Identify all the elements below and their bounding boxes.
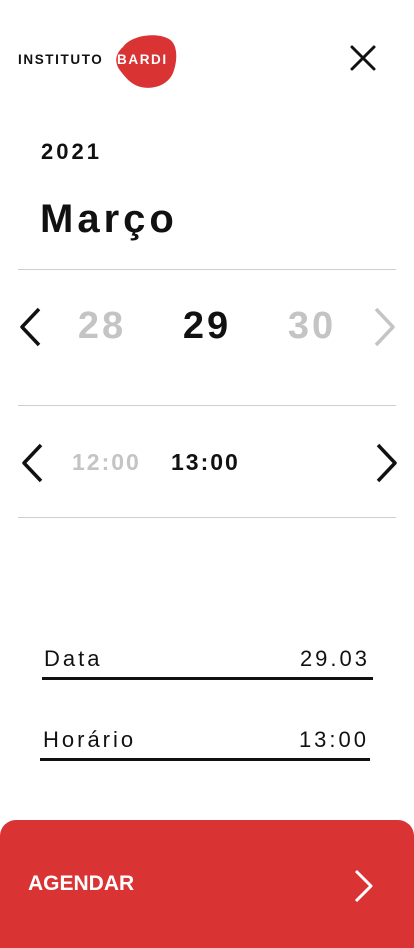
logo-text-instituto: INSTITUTO: [18, 52, 104, 67]
chevron-right-icon: [354, 869, 373, 903]
day-option-previous[interactable]: 28: [62, 305, 142, 348]
summary-time-label: Horário: [43, 727, 137, 752]
logo[interactable]: INSTITUTO BARDI: [18, 33, 178, 89]
logo-text-bardi: BARDI: [117, 52, 168, 67]
time-prev-chevron-left-icon[interactable]: [19, 442, 45, 484]
schedule-button-label: AGENDAR: [28, 872, 135, 895]
summary-date-value: 29.03: [299, 646, 370, 671]
summary-date-label: Data: [44, 646, 103, 671]
day-next-chevron-right-icon[interactable]: [372, 306, 398, 348]
summary-date-underline: [42, 677, 373, 680]
day-option-next[interactable]: 30: [272, 305, 352, 348]
schedule-button[interactable]: AGENDAR: [0, 820, 414, 948]
summary-time-value: 13:00: [298, 727, 369, 752]
day-prev-chevron-left-icon[interactable]: [17, 306, 43, 348]
month-label: Março: [40, 197, 178, 241]
time-option-selected[interactable]: 13:00: [171, 449, 240, 476]
summary-time-underline: [40, 758, 370, 761]
divider: [18, 517, 396, 518]
time-next-chevron-right-icon[interactable]: [374, 442, 400, 484]
year-label: 2021: [41, 139, 102, 164]
close-icon[interactable]: [345, 40, 381, 76]
divider: [18, 405, 396, 406]
divider: [18, 269, 396, 270]
time-option-previous[interactable]: 12:00: [72, 449, 141, 476]
day-option-selected[interactable]: 29: [167, 305, 247, 348]
